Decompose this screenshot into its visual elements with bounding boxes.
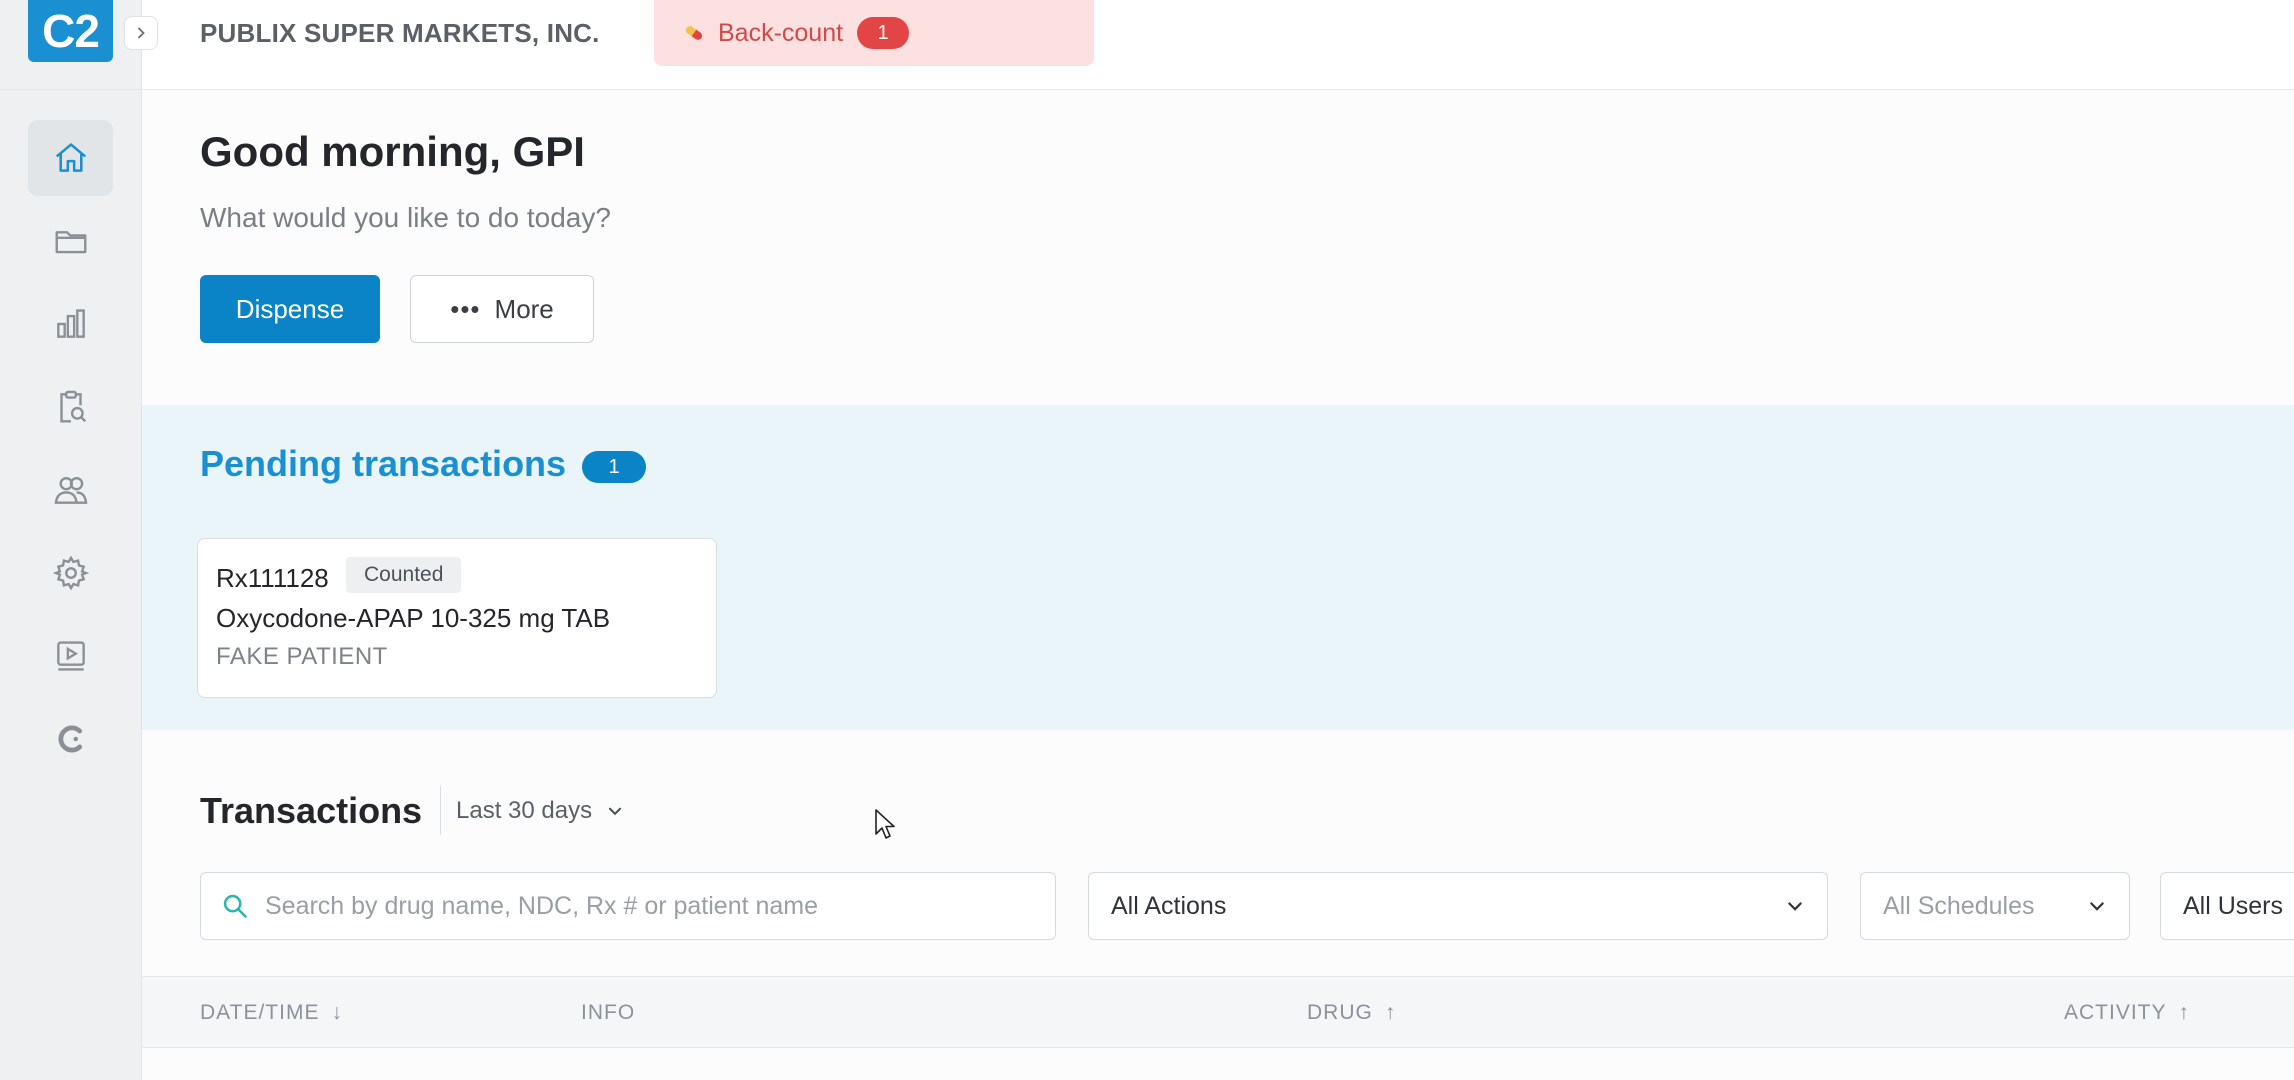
backcount-badge: 1: [857, 17, 910, 49]
sort-up-icon: ↑: [1384, 1001, 1397, 1024]
sidebar-item-videos[interactable]: [28, 618, 113, 694]
transactions-title: Transactions: [200, 790, 423, 831]
dispense-button[interactable]: Dispense: [200, 275, 380, 343]
users-filter-select[interactable]: All Users: [2160, 872, 2294, 940]
mouse-cursor-icon: [875, 809, 895, 839]
date-range-label: Last 30 days: [456, 797, 593, 824]
greeting-subtitle: What would you like to do today?: [200, 202, 611, 233]
transactions-table-header: DATE/TIME ↓ INFO DRUG ↑ ACTIVITY ↑: [142, 976, 2294, 1048]
chevron-right-icon: [138, 27, 145, 39]
sidebar-item-brand[interactable]: [28, 701, 113, 777]
main-content: Good morning, GPI What would you like to…: [142, 90, 2294, 1080]
actions-filter-value: All Actions: [1111, 891, 1227, 920]
sidebar-nav: [28, 120, 113, 784]
backcount-label: Back-count: [718, 18, 844, 47]
column-header-info: INFO: [581, 977, 635, 1049]
sidebar-collapse-button[interactable]: [124, 16, 158, 50]
card-drug-name: Oxycodone-APAP 10-325 mg TAB: [216, 603, 611, 633]
pending-transaction-card[interactable]: Rx111128 Counted Oxycodone-APAP 10-325 m…: [197, 538, 717, 698]
sidebar-item-reports[interactable]: [28, 286, 113, 362]
card-status-badge: Counted: [346, 557, 462, 593]
bar-chart-icon: [56, 309, 85, 338]
schedules-filter-select[interactable]: All Schedules: [1860, 872, 2130, 940]
card-rx-number: Rx111128: [216, 563, 329, 593]
pending-count-badge: 1: [582, 451, 646, 483]
column-activity-label: ACTIVITY: [2064, 1001, 2167, 1024]
chevron-down-icon: [1788, 902, 1802, 911]
pill-icon: [685, 26, 703, 40]
actions-filter-select[interactable]: All Actions: [1088, 872, 1828, 940]
c-logo-icon: [58, 725, 82, 753]
company-name: PUBLIX SUPER MARKETS, INC.: [200, 18, 600, 48]
sidebar-item-home[interactable]: [28, 120, 113, 196]
app-window: C2 PUBLIX SUPER MARKETS, INC. Back-count…: [0, 0, 2294, 1080]
schedules-filter-value: All Schedules: [1883, 891, 2035, 920]
search-icon: [223, 894, 247, 918]
title-divider: [440, 785, 441, 835]
more-button[interactable]: ••• More: [410, 275, 594, 343]
c2-logo[interactable]: C2: [28, 0, 113, 62]
backcount-button[interactable]: Back-count 1: [654, 0, 1094, 66]
sidebar-header: C2: [0, 0, 142, 90]
sidebar-item-audit[interactable]: [28, 369, 113, 445]
sort-up-icon: ↑: [2178, 1001, 2191, 1024]
more-button-label: More: [494, 293, 554, 324]
video-player-icon: [56, 641, 85, 671]
transaction-search[interactable]: [200, 872, 1056, 940]
date-range-dropdown[interactable]: Last 30 days: [456, 797, 624, 825]
sidebar-item-folder[interactable]: [28, 203, 113, 279]
pending-transactions-section: Pending transactions 1 Rx111128 Counted …: [142, 405, 2294, 730]
sort-down-icon: ↓: [331, 1001, 343, 1024]
search-input[interactable]: [265, 891, 1005, 921]
home-icon: [55, 143, 86, 172]
sidebar-item-users[interactable]: [28, 452, 113, 528]
folder-icon: [55, 231, 86, 254]
users-icon: [54, 476, 87, 504]
top-bar: PUBLIX SUPER MARKETS, INC. Back-count 1: [142, 0, 2294, 90]
column-date-label: DATE/TIME: [200, 1001, 320, 1024]
gear-icon: [52, 555, 89, 591]
pending-title[interactable]: Pending transactions: [200, 443, 566, 485]
users-filter-value: All Users: [2183, 891, 2284, 920]
sidebar-item-settings[interactable]: [28, 535, 113, 611]
column-info-label: INFO: [581, 1001, 636, 1024]
chevron-down-icon: [609, 807, 622, 816]
clipboard-search-icon: [59, 390, 86, 423]
greeting-title: Good morning, GPI: [200, 128, 585, 175]
more-dots-icon: •••: [450, 293, 481, 324]
sidebar: C2: [0, 0, 142, 1080]
card-patient-name: FAKE PATIENT: [216, 643, 388, 670]
column-header-drug[interactable]: DRUG ↑: [1307, 977, 1396, 1049]
chevron-down-icon: [2090, 902, 2104, 911]
column-header-date[interactable]: DATE/TIME ↓: [200, 977, 343, 1049]
column-header-activity[interactable]: ACTIVITY ↑: [2064, 977, 2190, 1049]
column-drug-label: DRUG: [1307, 1001, 1373, 1024]
